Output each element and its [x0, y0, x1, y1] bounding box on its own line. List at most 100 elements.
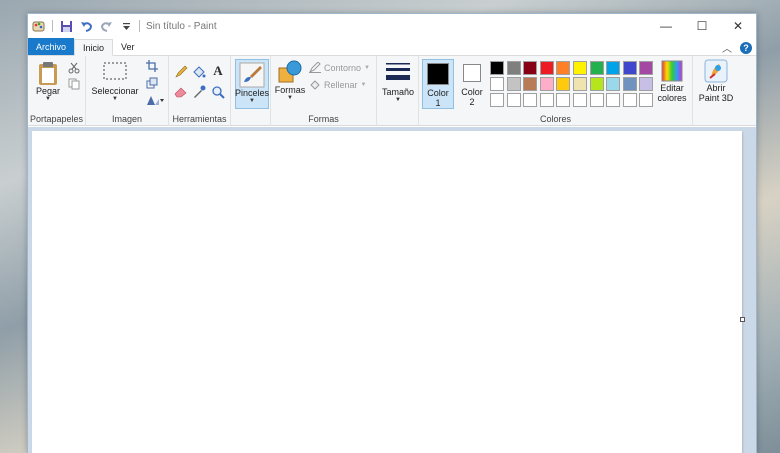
magnifier-icon[interactable]	[210, 84, 226, 100]
palette-swatch-row1-2[interactable]	[506, 61, 521, 75]
chevron-down-icon: ▼	[45, 96, 51, 102]
paint3d-line1: Abrir	[706, 83, 726, 93]
fill-bucket-icon[interactable]	[191, 64, 207, 80]
chevron-down-icon: ▼	[249, 98, 255, 104]
palette-swatch-row3-3[interactable]	[523, 93, 538, 107]
palette-swatch-row1-9[interactable]	[622, 61, 637, 75]
tab-inicio[interactable]: Inicio	[74, 39, 114, 56]
group-colors-label: Colores	[539, 114, 571, 124]
size-icon	[386, 63, 410, 80]
ribbon-help-area: ︿ ?	[722, 40, 752, 55]
canvas-workspace	[28, 127, 756, 453]
title-bar: Sin título - Paint — ☐ ✕	[28, 14, 756, 38]
size-label: Tamaño	[381, 87, 415, 97]
palette-swatch-row3-10[interactable]	[639, 93, 654, 107]
maximize-button[interactable]: ☐	[684, 14, 720, 38]
palette-swatch-row1-3[interactable]	[523, 61, 538, 75]
paint-app-icon[interactable]	[32, 19, 46, 33]
open-paint3d-button[interactable]: Abrir Paint 3D	[695, 59, 737, 103]
ribbon-tabs: Archivo Inicio Ver ︿ ?	[28, 38, 756, 56]
palette-swatch-row3-6[interactable]	[573, 93, 587, 107]
rotate-icon[interactable]	[144, 92, 166, 108]
separator	[139, 20, 140, 32]
palette-swatch-row3-8[interactable]	[606, 93, 621, 107]
palette-swatch-row2-10[interactable]	[639, 77, 654, 91]
palette-swatch-row3-9[interactable]	[622, 93, 637, 107]
color1-label: Color	[427, 88, 449, 98]
color2-button[interactable]: Color 2	[457, 59, 487, 109]
outline-button[interactable]: Contorno ▼	[309, 62, 370, 73]
paste-icon	[39, 62, 57, 85]
group-paint3d: Abrir Paint 3D	[693, 56, 739, 126]
palette-swatch-row3-2[interactable]	[506, 93, 521, 107]
chevron-down-icon: ▼	[364, 64, 370, 71]
pencil-icon[interactable]	[173, 64, 189, 80]
size-button[interactable]: Tamaño ▼	[381, 61, 415, 103]
chevron-down-icon: ▼	[112, 96, 118, 102]
palette-swatch-row2-6[interactable]	[573, 77, 587, 91]
color-palette	[490, 61, 660, 111]
tab-archivo[interactable]: Archivo	[28, 38, 75, 55]
close-button[interactable]: ✕	[720, 14, 756, 38]
palette-swatch-row2-4[interactable]	[539, 77, 554, 91]
drawing-canvas[interactable]	[32, 131, 742, 453]
edit-colors-icon	[661, 60, 683, 82]
collapse-ribbon-icon[interactable]: ︿	[722, 40, 732, 55]
palette-swatch-row1-7[interactable]	[589, 61, 604, 75]
color1-button[interactable]: Color 1	[422, 59, 454, 109]
copy-icon[interactable]	[66, 76, 82, 92]
save-icon[interactable]	[59, 19, 73, 33]
select-button[interactable]: Seleccionar ▼	[90, 60, 140, 102]
shapes-button[interactable]: Formas ▼	[274, 59, 306, 101]
palette-swatch-row1-8[interactable]	[606, 61, 621, 75]
crop-icon[interactable]	[144, 58, 160, 74]
edit-colors-button[interactable]: Editar colores	[653, 59, 691, 103]
palette-swatch-row2-2[interactable]	[506, 77, 521, 91]
text-tool-icon[interactable]: A	[210, 63, 226, 79]
palette-swatch-row3-1[interactable]	[490, 93, 504, 107]
palette-swatch-row3-5[interactable]	[556, 93, 571, 107]
paste-button[interactable]: Pegar ▼	[32, 60, 64, 102]
color1-swatch	[427, 63, 449, 85]
cut-icon[interactable]	[66, 60, 82, 76]
palette-swatch-row3-4[interactable]	[539, 93, 554, 107]
brushes-button[interactable]: Pinceles ▼	[235, 59, 269, 109]
minimize-button[interactable]: —	[648, 14, 684, 38]
eraser-icon[interactable]	[173, 84, 189, 100]
window-title: Sin título - Paint	[146, 20, 217, 32]
palette-swatch-row2-8[interactable]	[606, 77, 621, 91]
canvas-resize-handle-right[interactable]	[740, 317, 745, 322]
palette-swatch-row1-4[interactable]	[539, 61, 554, 75]
tab-ver[interactable]: Ver	[113, 38, 143, 55]
palette-swatch-row1-10[interactable]	[639, 61, 654, 75]
separator	[52, 20, 53, 32]
fill-button[interactable]: Rellenar ▼	[309, 79, 366, 90]
palette-swatch-row1-1[interactable]	[490, 61, 504, 75]
help-icon[interactable]: ?	[740, 41, 752, 54]
palette-swatch-row1-5[interactable]	[556, 61, 571, 75]
group-image: Seleccionar ▼ Imagen	[86, 56, 169, 126]
palette-swatch-row2-1[interactable]	[490, 77, 504, 91]
palette-swatch-row1-6[interactable]	[573, 61, 587, 75]
palette-swatch-row3-7[interactable]	[589, 93, 604, 107]
resize-icon[interactable]	[144, 75, 160, 91]
palette-swatch-row2-9[interactable]	[622, 77, 637, 91]
quick-access-toolbar	[28, 19, 140, 33]
edit-colors-line2: colores	[657, 93, 687, 103]
group-shapes-label: Formas	[308, 114, 339, 124]
palette-swatch-row2-7[interactable]	[589, 77, 604, 91]
color-picker-icon[interactable]	[191, 84, 207, 100]
palette-swatch-row2-3[interactable]	[523, 77, 538, 91]
customize-toolbar-icon[interactable]	[119, 19, 133, 33]
paint3d-line2: Paint 3D	[698, 93, 734, 103]
undo-icon[interactable]	[79, 19, 93, 33]
paint3d-icon	[704, 59, 728, 83]
window-controls: — ☐ ✕	[648, 14, 756, 38]
edit-colors-line1: Editar	[660, 83, 684, 93]
outline-icon	[309, 62, 321, 73]
select-icon	[103, 62, 127, 80]
palette-swatch-row2-5[interactable]	[556, 77, 571, 91]
paint-window: Sin título - Paint — ☐ ✕ Archivo Inicio …	[27, 13, 757, 453]
redo-icon[interactable]	[99, 19, 113, 33]
group-size: Tamaño ▼	[377, 56, 419, 126]
